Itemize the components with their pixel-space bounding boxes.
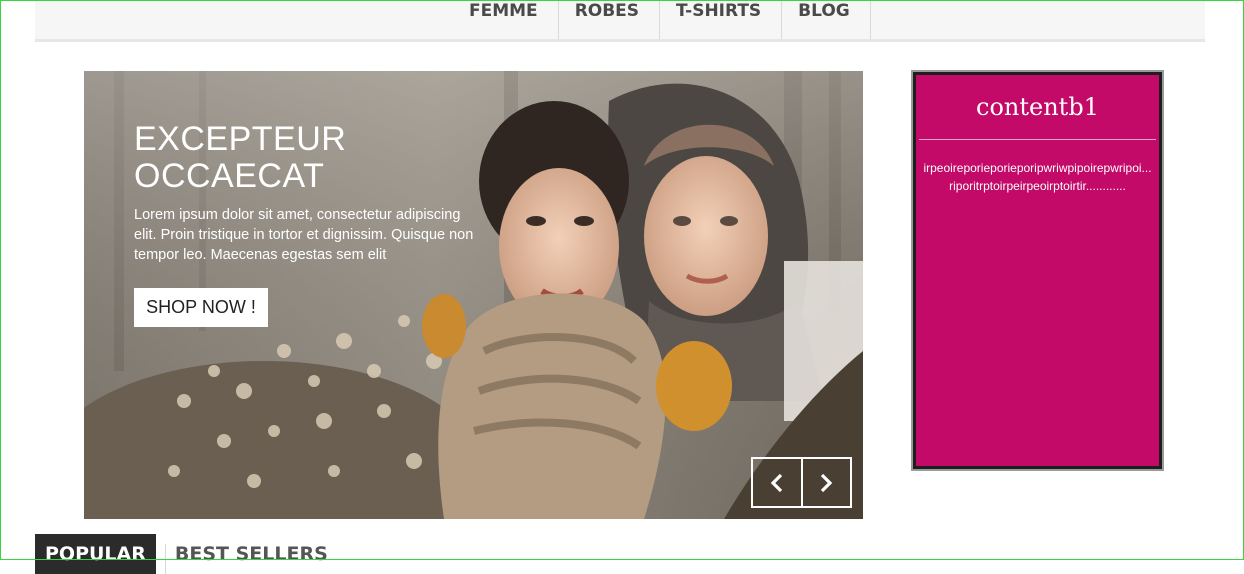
content-block-text-line1: irpeoireporieporieporipwriwpipoirepwripo… [923, 161, 1152, 175]
product-tabs: POPULAR BEST SELLERS [35, 534, 338, 574]
chevron-right-icon [821, 473, 833, 492]
content-block-text-line2: riporitrptoirpeirpeoirptoirtir..........… [949, 179, 1126, 193]
content-block: contentb1 irpeoireporieporieporipwriwpip… [911, 70, 1164, 471]
chevron-left-icon [770, 473, 782, 492]
main-menu: FEMME ROBES T-SHIRTS BLOG [453, 0, 871, 39]
slider-description: Lorem ipsum dolor sit amet, consectetur … [134, 207, 474, 263]
content-block-text: irpeoireporieporieporipwriwpipoirepwripo… [916, 159, 1159, 195]
slider-title-line2: OCCAECAT [134, 157, 325, 195]
slider-next-button[interactable] [803, 459, 851, 506]
tab-divider [164, 544, 166, 574]
menu-item-femme[interactable]: FEMME [453, 0, 559, 39]
homepage-slider: EXCEPTEUR OCCAECAT Lorem ipsum dolor sit… [84, 71, 863, 519]
slider-title: EXCEPTEUR OCCAECAT [134, 121, 454, 195]
shop-now-button[interactable]: SHOP NOW ! [134, 288, 268, 327]
slider-controls [751, 457, 852, 508]
menu-item-robes[interactable]: ROBES [559, 0, 661, 39]
content-block-title: contentb1 [919, 75, 1156, 140]
menu-item-tshirts[interactable]: T-SHIRTS [660, 0, 783, 39]
top-navigation: FEMME ROBES T-SHIRTS BLOG [35, 0, 1205, 42]
menu-item-blog[interactable]: BLOG [782, 0, 871, 39]
slider-prev-button[interactable] [753, 459, 803, 506]
tab-popular[interactable]: POPULAR [35, 534, 156, 574]
tab-best-sellers[interactable]: BEST SELLERS [175, 534, 338, 574]
slider-title-line1: EXCEPTEUR [134, 120, 347, 158]
